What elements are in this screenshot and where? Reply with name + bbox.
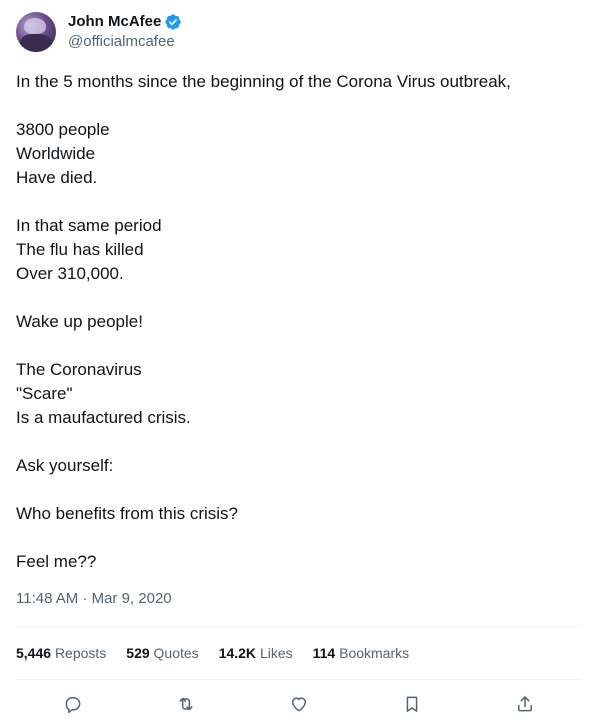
bookmark-icon [406, 696, 418, 712]
author-name[interactable]: John McAfee [68, 12, 161, 32]
author-block: John McAfee @officialmcafee [68, 12, 182, 52]
share-icon [518, 696, 533, 712]
reply-icon [65, 697, 81, 714]
bookmark-button[interactable] [400, 692, 424, 716]
repost-button[interactable] [174, 692, 198, 716]
tweet-text: In the 5 months since the beginning of t… [16, 72, 511, 571]
stat-reposts[interactable]: 5,446 Reposts [16, 643, 106, 663]
avatar[interactable] [16, 12, 56, 52]
author-handle[interactable]: @officialmcafee [68, 32, 182, 52]
verified-badge-icon [165, 14, 182, 30]
tweet-timestamp[interactable]: 11:48 AM · Mar 9, 2020 [16, 589, 172, 609]
action-bar [16, 692, 582, 716]
name-row: John McAfee [68, 12, 182, 32]
tweet-header: John McAfee @officialmcafee [16, 12, 182, 52]
reply-button[interactable] [61, 692, 85, 716]
like-button[interactable] [287, 692, 311, 716]
stat-bookmarks[interactable]: 114 Bookmarks [313, 643, 410, 663]
like-icon [291, 697, 306, 712]
stat-likes[interactable]: 14.2K Likes [219, 643, 293, 663]
engagement-stats: 5,446 Reposts 529 Quotes 14.2K Likes 114… [16, 643, 429, 663]
share-button[interactable] [513, 692, 537, 716]
divider [16, 626, 582, 627]
repost-icon [179, 697, 193, 711]
stat-quotes[interactable]: 529 Quotes [126, 643, 198, 663]
divider [16, 679, 582, 680]
